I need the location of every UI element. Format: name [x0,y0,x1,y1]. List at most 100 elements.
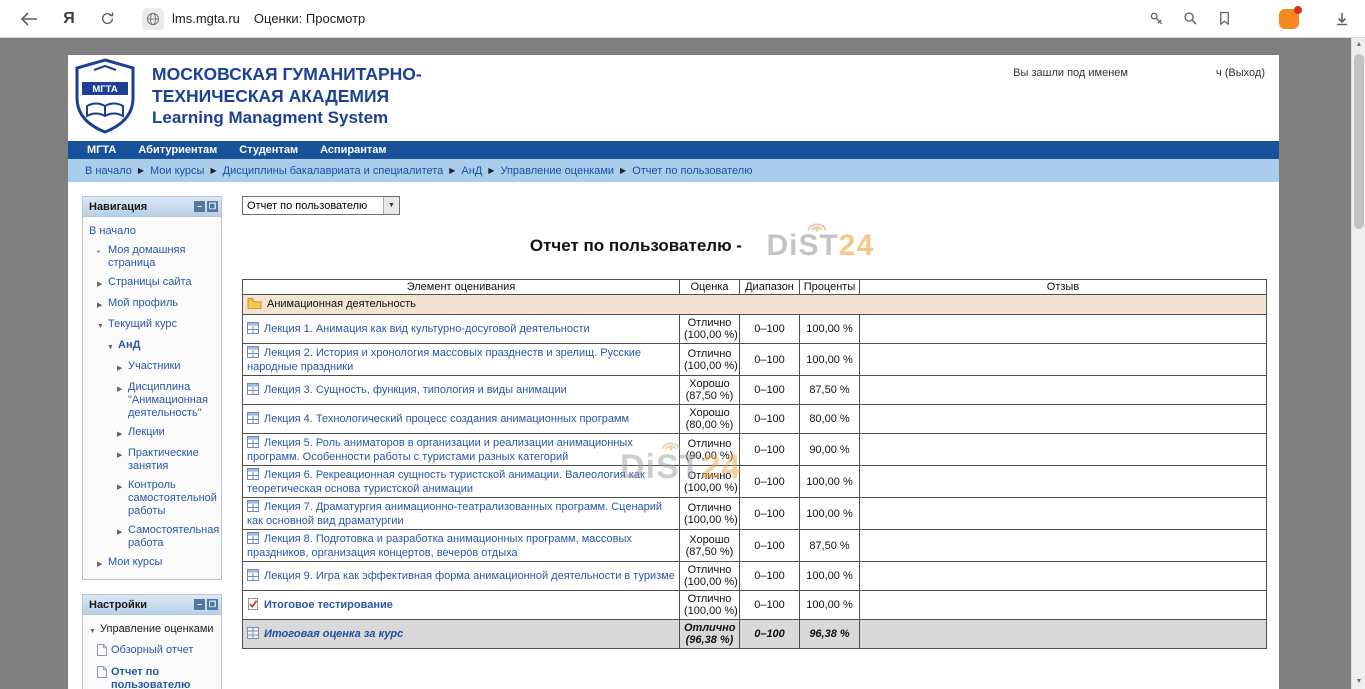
sidebar-item-label[interactable]: Лекции [128,426,165,439]
chevron-down-icon[interactable]: ▼ [89,625,100,638]
search-icon[interactable] [1177,6,1203,32]
report-type-select[interactable]: Отчет по пользователю ▼ [242,196,400,215]
dock-block-icon[interactable]: ❐ [207,599,218,610]
sidebar-item-label[interactable]: Контроль самостоятельной работы [128,479,217,518]
grade-item-name-cell: Лекция 1. Анимация как вид культурно-дос… [243,315,680,344]
grade-table-header: Диапазон [740,280,800,295]
browser-window: Я lms.mgta.ru Оценки: Просмотр [0,0,1365,689]
grade-percent-paren: (100,00 %) [684,605,735,617]
breadcrumb-separator-icon: ▶ [138,166,144,175]
sidebar-item-label[interactable]: В начало [89,225,136,238]
grade-item-link[interactable]: Итоговое тестирование [264,599,393,611]
scroll-down-icon[interactable]: ▼ [1352,675,1365,689]
grade-item-link[interactable]: Лекция 1. Анимация как вид культурно-дос… [264,323,590,335]
sidebar-item-label[interactable]: Мой профиль [108,297,178,310]
yandex-browser-icon[interactable]: Я [56,10,82,28]
breadcrumb-link[interactable]: АнД [461,165,482,177]
refresh-icon[interactable] [94,6,120,32]
grade-item-name-cell: Лекция 2. История и хронология массовых … [243,344,680,376]
dist24-watermark: DiST24 [766,229,874,263]
chevron-down-icon[interactable]: ▼ [107,341,118,354]
range-cell: 0–100 [740,562,800,591]
chevron-right-icon[interactable]: ▶ [117,481,128,494]
feedback-cell [860,376,1267,405]
feedback-cell [860,530,1267,562]
sidebar-item: ▶Дисциплина "Анимационная деятельность" [85,378,219,423]
sidebar-item-label[interactable]: АнД [118,339,140,352]
breadcrumb-link[interactable]: Управление оценками [500,165,614,177]
breadcrumb-link[interactable]: Дисциплины бакалавриата и специалитета [223,165,444,177]
grade-table: Элемент оцениванияОценкаДиапазонПроценты… [242,279,1267,649]
sidebar-item-label[interactable]: Обзорный отчет [111,644,193,657]
address-url[interactable]: lms.mgta.ru [172,11,240,26]
navbar-item-1[interactable]: Абитуриентам [127,144,228,156]
page-scrollbar[interactable]: ▲ ▼ [1351,38,1365,689]
sidebar-item-label[interactable]: Практические занятия [128,447,217,473]
range-cell: 0–100 [740,434,800,466]
sidebar-item-label[interactable]: Отчет по пользователю [111,666,217,689]
grade-item-link[interactable]: Итоговая оценка за курс [264,628,403,640]
grade-item-link[interactable]: Лекция 6. Рекреационная сущность туристс… [247,469,645,495]
sidebar-item-label[interactable]: Мои курсы [108,556,162,569]
breadcrumb-link[interactable]: Отчет по пользователю [632,165,752,177]
chevron-down-icon[interactable]: ▼ [97,320,108,333]
sidebar-item: ▼Управление оценками [85,620,219,641]
navbar-item-3[interactable]: Аспирантам [309,144,397,156]
bookmark-flag-icon[interactable] [1211,6,1237,32]
password-key-icon[interactable] [1143,6,1169,32]
grade-item-link[interactable]: Лекция 9. Игра как эффективная форма ани… [264,570,675,582]
navigation-block: Навигация − ❐ В начало▪Моя домашняя стра… [82,196,222,580]
chevron-right-icon[interactable]: ▶ [97,299,108,312]
grade-item-link[interactable]: Лекция 4. Технологический процесс создан… [264,413,629,425]
chevron-right-icon[interactable]: ▶ [117,526,128,539]
download-icon[interactable] [1329,6,1355,32]
scroll-up-icon[interactable]: ▲ [1352,38,1365,52]
grade-value: Отлично [684,317,735,329]
sidebar: Навигация − ❐ В начало▪Моя домашняя стра… [82,196,222,689]
category-row: Анимационная деятельность [243,295,1267,315]
chevron-right-icon[interactable]: ▶ [117,362,128,375]
sidebar-item: ▼Текущий курс [85,315,219,336]
chevron-right-icon[interactable]: ▶ [117,383,128,396]
back-icon[interactable] [16,6,42,32]
sidebar-item-label[interactable]: Страницы сайта [108,276,192,289]
main-navbar: МГТААбитуриентамСтудентамАспирантам [68,141,1279,159]
feedback-cell [860,591,1267,620]
navigation-block-body: В начало▪Моя домашняя страница▶Страницы … [83,217,221,579]
grade-item-row: Лекция 1. Анимация как вид культурно-дос… [243,315,1267,344]
navbar-item-0[interactable]: МГТА [76,144,127,156]
hide-block-icon[interactable]: − [194,201,205,212]
chevron-right-icon[interactable]: ▶ [117,428,128,441]
sidebar-item-label[interactable]: Участники [128,360,181,373]
navbar-item-2[interactable]: Студентам [228,144,309,156]
grade-cell: Отлично(96,38 %) [680,620,740,649]
grade-item-link[interactable]: Лекция 8. Подготовка и разработка анимац… [247,533,632,559]
sidebar-item-label[interactable]: Самостоятельная работа [128,524,219,550]
scrollbar-thumb[interactable] [1354,54,1364,229]
grade-item-link[interactable]: Лекция 5. Роль аниматоров в организации … [247,437,633,463]
logout-link[interactable]: ч (Выход) [1216,67,1265,79]
settings-block: Настройки − ❐ ▼Управление оценками Обзорн… [82,594,222,689]
grade-item-link[interactable]: Лекция 7. Драматургия анимационно-театра… [247,501,662,527]
grade-item-row: Лекция 5. Роль аниматоров в организации … [243,434,1267,466]
grade-percent-paren: (87,50 %) [684,546,735,558]
range-cell: 0–100 [740,466,800,498]
sidebar-item-label[interactable]: Дисциплина "Анимационная деятельность" [128,381,217,420]
grade-item-icon [247,436,259,451]
chevron-right-icon[interactable]: ▶ [117,449,128,462]
breadcrumb-link[interactable]: В начало [85,165,132,177]
settings-block-title: Настройки [89,599,147,611]
percent-cell: 96,38 % [800,620,860,649]
chevron-right-icon[interactable]: ▶ [97,558,108,571]
chevron-right-icon[interactable]: ▶ [97,278,108,291]
sidebar-item-label[interactable]: Моя домашняя страница [108,244,217,270]
settings-block-header: Настройки − ❐ [83,595,221,615]
notification-icon[interactable] [1279,9,1299,29]
grade-item-link[interactable]: Лекция 3. Сущность, функция, типология и… [264,384,567,396]
sidebar-item-label[interactable]: Текущий курс [108,318,177,331]
dock-block-icon[interactable]: ❐ [207,201,218,212]
grade-item-link[interactable]: Лекция 2. История и хронология массовых … [247,347,641,373]
sidebar-item: ▶Мой профиль [85,294,219,315]
hide-block-icon[interactable]: − [194,599,205,610]
breadcrumb-link[interactable]: Мои курсы [150,165,204,177]
